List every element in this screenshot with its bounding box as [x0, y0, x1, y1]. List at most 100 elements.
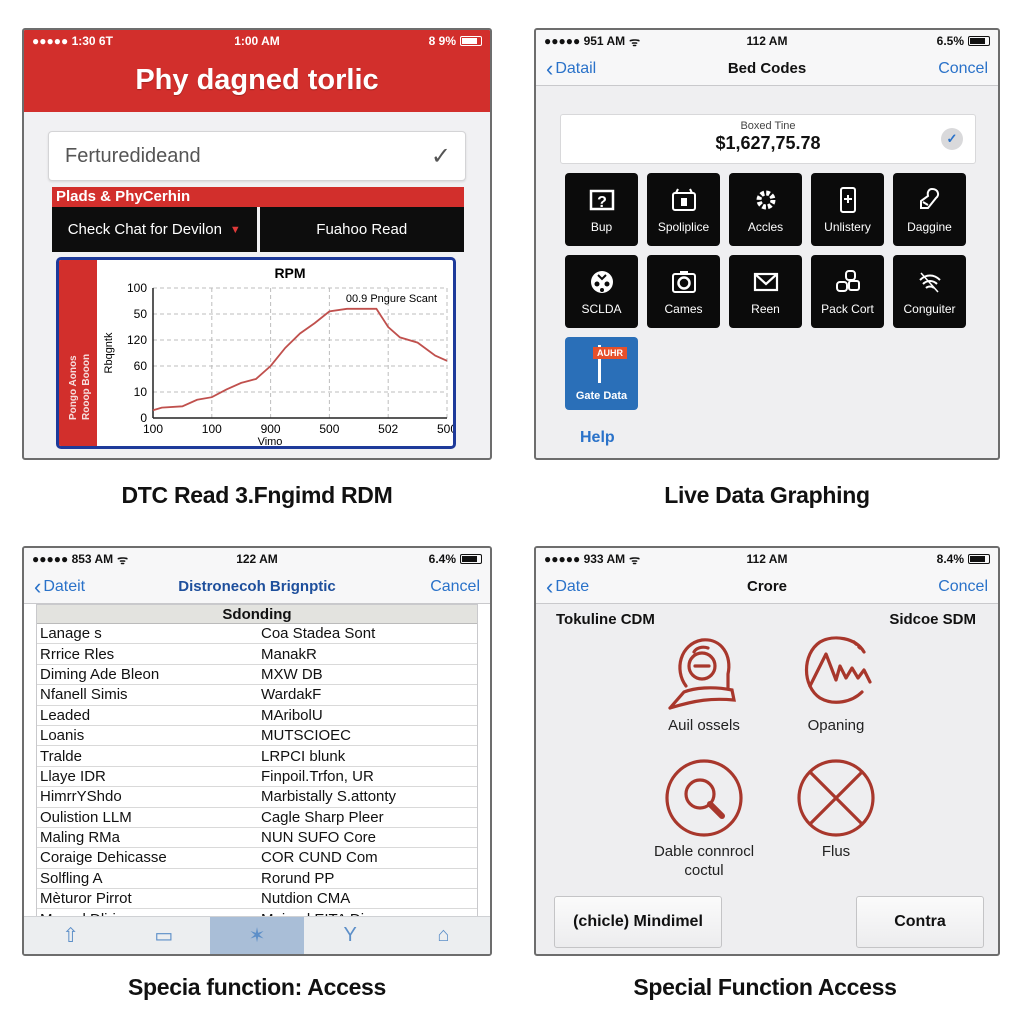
- x-tick-label: 500: [437, 422, 453, 436]
- x-tick-label: 100: [143, 422, 163, 436]
- nav-bar: ‹ Datail Bed Codes Concel: [536, 52, 998, 86]
- tab-bar: ⇧ ▭ ✶ Y ⌂: [24, 916, 490, 954]
- check-circle-icon[interactable]: ✓: [941, 128, 963, 150]
- x-axis-label: Vimo: [258, 436, 283, 446]
- cell-parameter: HimrrYShdo: [40, 788, 122, 806]
- action-label: Opaning: [807, 717, 865, 734]
- tile-unlistery[interactable]: Unlistery: [811, 173, 884, 246]
- action-flus[interactable]: Flus: [751, 756, 921, 861]
- button-label: Fuahoo Read: [316, 221, 408, 238]
- tile-sclda[interactable]: SCLDA: [565, 255, 638, 328]
- cell-parameter: Llaye IDR: [40, 767, 106, 785]
- check-chart-dropdown[interactable]: Check Chat for Devilon ▼: [52, 207, 257, 252]
- read-button[interactable]: Fuahoo Read: [259, 207, 464, 252]
- table-row[interactable]: Diming Ade Bleon MXW DB: [37, 665, 477, 686]
- camera-icon: [671, 270, 696, 293]
- cell-parameter: Oulistion LLM: [40, 808, 132, 826]
- status-carrier: ●●●●● 933 AM ᯤ: [544, 552, 641, 567]
- caption-live-data: Live Data Graphing: [664, 482, 870, 508]
- x-tick-label: 500: [319, 422, 339, 436]
- tile-bup[interactable]: ? Bup: [565, 173, 638, 246]
- cell-parameter: Leaded: [40, 706, 91, 724]
- tile-label: Daggine: [907, 219, 952, 234]
- table-row[interactable]: Nfanell Simis WardakF: [37, 685, 477, 706]
- data-table: Sdonding Lanage s Coa Stadea Sont Rrrice R…: [36, 604, 478, 931]
- value-amount: $1,627,75.78: [715, 133, 821, 153]
- table-row[interactable]: Llaye IDR Finpoil.Trfon, UR: [37, 767, 477, 788]
- series-line-rpm: [152, 307, 448, 412]
- tile-label: Gate Data: [575, 390, 628, 402]
- cell-value: COR CUND Com: [261, 849, 378, 867]
- tile-pack-cort[interactable]: Pack Cort: [811, 255, 884, 328]
- cell-value: MXW DB: [261, 665, 323, 683]
- tab-tools[interactable]: ✶: [210, 917, 304, 954]
- cell-value: WardakF: [261, 686, 322, 704]
- back-button[interactable]: ‹ Dateit: [34, 573, 85, 599]
- cell-value: NUN SUFO Core: [261, 829, 377, 847]
- tab-filter[interactable]: Y: [304, 917, 397, 954]
- table-row[interactable]: Mèturor Pirrot Nutdion CMA: [37, 889, 477, 910]
- table-row[interactable]: Coraige Dehicasse COR CUND Com: [37, 848, 477, 869]
- table-row[interactable]: Loanis MUTSCIOEC: [37, 726, 477, 747]
- back-button[interactable]: ‹ Datail: [546, 57, 596, 80]
- engine-icon: [919, 187, 939, 209]
- table-row[interactable]: Rrrice Rles ManakR: [37, 644, 477, 665]
- chevron-left-icon: ‹: [34, 573, 42, 599]
- contra-button[interactable]: Contra: [856, 896, 984, 948]
- mode-select[interactable]: Ferturedideand ✓: [48, 131, 466, 181]
- tile-label: Pack Cort: [821, 301, 874, 316]
- status-bar: ●●●●● 1:30 6T 1:00 AM 8 9%: [24, 30, 490, 52]
- nav-title: Distronecoh Brignptic: [178, 578, 336, 595]
- value-card[interactable]: Boxed Tine $1,627,75.78 ✓: [560, 114, 976, 164]
- help-link[interactable]: Help: [580, 429, 615, 447]
- tile-gate-data[interactable]: AUHR Gate Data: [565, 337, 638, 410]
- cell-value: Finpoil.Trfon, UR: [261, 767, 374, 785]
- cell-parameter: Maling RMa: [40, 829, 121, 847]
- table-body: Lanage s Coa Stadea Sont Rrrice Rles ManakR…: [37, 624, 477, 930]
- cell-value: Nutdion CMA: [261, 890, 351, 908]
- tab-share-up[interactable]: ⇧: [24, 917, 117, 954]
- table-row[interactable]: Leaded MAribolU: [37, 706, 477, 726]
- cell-parameter: Lanage s: [40, 625, 102, 643]
- rpm-chart-svg: RPM0106012050100100100900500502500VimoRb…: [103, 265, 453, 446]
- table-row[interactable]: Solfling A Rorund PP: [37, 869, 477, 890]
- section-label: Plads & PhyCerhin: [52, 187, 464, 207]
- tile-accles[interactable]: Accles: [729, 173, 802, 246]
- tab-key[interactable]: ⌂: [397, 917, 490, 954]
- tile-spoliplice[interactable]: Spoliplice: [647, 173, 720, 246]
- status-battery-text: 8.4%: [936, 552, 964, 566]
- status-carrier: ●●●●● 853 AM ᯤ: [32, 552, 129, 567]
- live-data-screen: ●●●●● 951 AM ᯤ 112 AM 6.5% ‹ Datail Bed Co…: [534, 28, 1000, 460]
- table-row[interactable]: Lanage s Coa Stadea Sont: [37, 624, 477, 645]
- action-opening[interactable]: Opaning: [751, 630, 921, 735]
- link-icon: [835, 269, 860, 292]
- cancel-button[interactable]: Cancel: [430, 578, 480, 596]
- status-bar: ●●●●● 933 AM ᯤ 112 AM 8.4%: [536, 548, 998, 570]
- table-row[interactable]: Oulistion LLM Cagle Sharp Pleer: [37, 808, 477, 828]
- tile-cames[interactable]: Cames: [647, 255, 720, 328]
- table-row[interactable]: Tralde LRPCI blunk: [37, 746, 477, 767]
- tab-folder[interactable]: ▭: [117, 917, 210, 954]
- cell-parameter: Rrrice Rles: [40, 645, 115, 663]
- function-grid: ? Bup Spoliplice Accles Unlistery Daggin…: [565, 173, 966, 410]
- table-row[interactable]: Maling RMa NUN SUFO Core: [37, 828, 477, 849]
- app-title: Phy dagned torlic: [135, 64, 379, 96]
- search-circle-icon: [665, 759, 743, 837]
- reset-user-icon: [668, 638, 736, 710]
- tile-daggine[interactable]: Daggine: [893, 173, 966, 246]
- filter-icon: Y: [343, 924, 357, 946]
- tools-icon: ✶: [248, 925, 266, 947]
- back-button[interactable]: ‹ Date: [546, 575, 589, 598]
- cancel-button[interactable]: Concel: [938, 578, 988, 596]
- caption-special-function-2: Special Function Access: [633, 974, 897, 1000]
- tile-conguiter[interactable]: Conguiter: [893, 255, 966, 328]
- mindimel-button[interactable]: (chicle) Mindimel: [554, 896, 722, 948]
- y-tick-label: 100: [127, 281, 147, 295]
- chart-side-panel: Pongo Aonos Rooop Booon: [59, 260, 97, 446]
- tile-reen[interactable]: Reen: [729, 255, 802, 328]
- gear-icon: [756, 190, 775, 209]
- cell-parameter: Loanis: [40, 727, 85, 745]
- caret-down-icon: ▼: [229, 223, 241, 236]
- table-row[interactable]: HimrrYShdo Marbistally S.attonty: [37, 787, 477, 808]
- cancel-button[interactable]: Concel: [938, 60, 988, 78]
